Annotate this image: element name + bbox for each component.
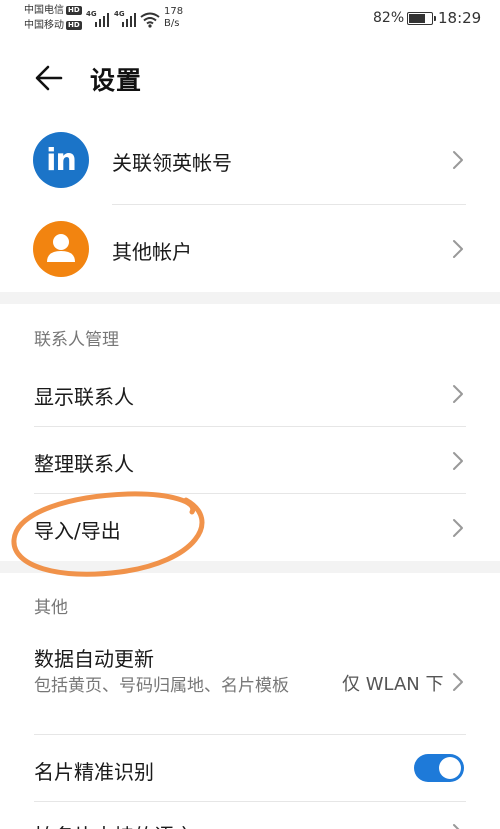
carrier-mobile: 中国移动 HD bbox=[24, 20, 82, 32]
carrier-telecom-label: 中国电信 bbox=[24, 5, 64, 16]
hd-badge: HD bbox=[66, 6, 82, 15]
battery-icon bbox=[407, 12, 436, 25]
signal-icon bbox=[122, 13, 136, 27]
chevron-right-icon bbox=[453, 385, 463, 403]
network-speed: 178 B/s bbox=[164, 6, 183, 30]
section-gap bbox=[0, 561, 500, 573]
network-speed-value: 178 bbox=[164, 6, 184, 17]
status-bar: 中国电信 HD 中国移动 HD 4G 4G 178 B/s 82% 18:29 bbox=[0, 0, 500, 40]
person-silhouette bbox=[47, 234, 75, 262]
divider bbox=[112, 204, 466, 205]
battery-fill bbox=[409, 14, 425, 23]
back-arrow-icon bbox=[35, 65, 63, 91]
status-time: 18:29 bbox=[438, 9, 482, 27]
toggle-knob bbox=[439, 757, 461, 779]
hd-badge: HD bbox=[66, 21, 82, 30]
chevron-right-icon bbox=[453, 240, 463, 258]
card-language-row[interactable]: 拍名片支持的语言 bbox=[0, 802, 500, 829]
auto-update-value: 仅 WLAN 下 bbox=[342, 674, 444, 695]
network-speed-unit: B/s bbox=[164, 18, 180, 29]
chevron-right-icon bbox=[453, 151, 463, 169]
chevron-right-icon bbox=[453, 824, 460, 829]
card-language-label: 拍名片支持的语言 bbox=[34, 820, 194, 829]
card-recognition-label: 名片精准识别 bbox=[34, 760, 154, 784]
other-accounts-row[interactable]: 其他帐户 bbox=[0, 206, 500, 292]
auto-update-row[interactable]: 数据自动更新 包括黄页、号码归属地、名片模板 仅 WLAN 下 bbox=[0, 628, 500, 734]
person-icon bbox=[33, 221, 89, 277]
import-export-label: 导入/导出 bbox=[34, 519, 121, 543]
linkedin-account-label: 关联领英帐号 bbox=[112, 151, 232, 175]
carrier-mobile-label: 中国移动 bbox=[24, 20, 64, 31]
linkedin-account-row[interactable]: in 关联领英帐号 bbox=[0, 120, 500, 204]
import-export-row[interactable]: 导入/导出 bbox=[0, 494, 500, 560]
carrier-telecom: 中国电信 HD bbox=[24, 5, 82, 17]
auto-update-label: 数据自动更新 bbox=[34, 647, 154, 671]
signal-icon bbox=[95, 13, 109, 27]
show-contacts-row[interactable]: 显示联系人 bbox=[0, 360, 500, 426]
page-title: 设置 bbox=[90, 66, 143, 95]
contacts-section-title: 联系人管理 bbox=[34, 330, 119, 350]
linkedin-icon: in bbox=[33, 132, 89, 188]
organize-contacts-row[interactable]: 整理联系人 bbox=[0, 427, 500, 493]
card-recognition-toggle[interactable] bbox=[414, 754, 464, 782]
auto-update-description: 包括黄页、号码归属地、名片模板 bbox=[34, 676, 289, 696]
linkedin-logo-text: in bbox=[46, 142, 77, 178]
chevron-right-icon bbox=[453, 519, 463, 537]
other-section-title: 其他 bbox=[34, 598, 68, 618]
other-accounts-label: 其他帐户 bbox=[112, 240, 192, 264]
show-contacts-label: 显示联系人 bbox=[34, 385, 134, 409]
chevron-right-icon bbox=[453, 673, 463, 691]
section-gap bbox=[0, 292, 500, 304]
back-button[interactable] bbox=[30, 58, 70, 98]
wifi-icon bbox=[140, 12, 160, 28]
battery-percent: 82% bbox=[373, 10, 405, 26]
chevron-right-icon bbox=[453, 452, 463, 470]
organize-contacts-label: 整理联系人 bbox=[34, 452, 134, 476]
